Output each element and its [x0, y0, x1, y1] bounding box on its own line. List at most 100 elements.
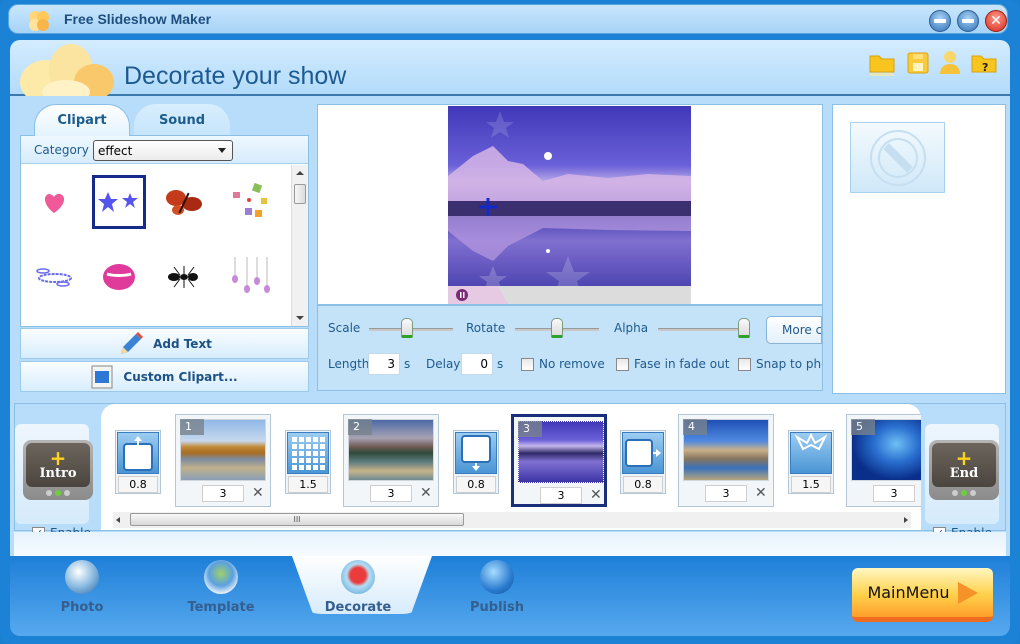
help-folder-icon[interactable]: ?	[970, 48, 998, 78]
category-value: effect	[98, 144, 133, 158]
slide-item[interactable]: 1 3 ✕	[175, 414, 271, 507]
no-remove-checkbox[interactable]	[521, 358, 534, 371]
clipart-butterfly[interactable]	[157, 175, 211, 229]
nav-template[interactable]: Template	[171, 558, 271, 616]
intro-label: Intro	[39, 465, 77, 481]
plus-icon: +	[49, 445, 67, 470]
globe-computer-icon	[480, 560, 514, 594]
play-arrow-icon	[957, 581, 978, 604]
delete-slide-icon[interactable]: ✕	[755, 485, 767, 501]
nav-publish-label: Publish	[470, 600, 524, 615]
timeline-scrollbar[interactable]: III	[113, 512, 911, 528]
main-menu-label: MainMenu	[867, 583, 950, 602]
minimize-button[interactable]	[929, 10, 951, 32]
more-button[interactable]: More c	[766, 316, 822, 344]
delay-input[interactable]: 0	[461, 353, 493, 375]
alpha-slider[interactable]	[658, 328, 744, 331]
end-button[interactable]: + End	[929, 440, 999, 500]
save-disk-icon[interactable]	[904, 48, 932, 78]
delete-slide-icon[interactable]: ✕	[590, 487, 602, 503]
slide-number: 4	[683, 419, 707, 435]
tab-clipart[interactable]: Clipart	[34, 104, 130, 136]
nav-photo[interactable]: Photo	[32, 558, 132, 616]
transition-duration[interactable]: 1.5	[791, 476, 831, 493]
tab-sound[interactable]: Sound	[134, 104, 230, 136]
clipart-petals[interactable]	[223, 175, 277, 229]
clipart-lips[interactable]	[92, 250, 146, 304]
alpha-slider-thumb[interactable]	[738, 318, 750, 338]
star-burst-icon	[794, 433, 828, 451]
svg-text:?: ?	[982, 61, 988, 74]
category-select[interactable]: effect	[93, 140, 233, 161]
slide-duration[interactable]: 3	[540, 487, 582, 504]
slide-duration[interactable]: 3	[202, 485, 244, 502]
page-title: Decorate your show	[124, 62, 347, 90]
snap-checkbox[interactable]	[738, 358, 751, 371]
delete-slide-icon[interactable]: ✕	[252, 485, 264, 501]
slide-duration[interactable]: 3	[370, 485, 412, 502]
slide-duration[interactable]: 3	[873, 485, 915, 502]
transition-duration[interactable]: 0.8	[456, 476, 496, 493]
wipe-down-icon	[461, 435, 491, 471]
scale-label: Scale	[328, 321, 361, 335]
slide-item-selected[interactable]: 3 3 ✕	[511, 414, 607, 507]
intro-button[interactable]: + Intro	[23, 440, 93, 500]
slide-item[interactable]: 2 3 ✕	[343, 414, 439, 507]
transition-duration[interactable]: 0.8	[623, 476, 663, 493]
scroll-right-icon[interactable]	[904, 517, 908, 523]
scroll-thumb[interactable]: III	[130, 513, 464, 526]
length-label: Length	[328, 357, 370, 371]
category-label: Category	[34, 143, 89, 157]
clipart-blue-stars[interactable]	[92, 175, 146, 229]
nav-decorate[interactable]: Decorate	[308, 558, 408, 616]
restore-button[interactable]	[957, 10, 979, 32]
clipart-pink-heart[interactable]	[27, 175, 81, 229]
custom-clipart-button[interactable]: Custom Clipart...	[20, 361, 309, 392]
transition-item[interactable]: 0.8	[620, 430, 666, 494]
transition-duration[interactable]: 1.5	[288, 476, 328, 493]
user-icon[interactable]	[936, 48, 964, 78]
nav-template-label: Template	[187, 600, 255, 615]
clipart-drops[interactable]	[223, 250, 277, 304]
length-input[interactable]: 3	[368, 353, 400, 375]
transition-item[interactable]: 0.8	[115, 430, 161, 494]
length-unit: s	[404, 357, 411, 371]
close-button[interactable]: ✕	[985, 10, 1007, 32]
scroll-down-icon[interactable]	[296, 316, 304, 320]
add-text-button[interactable]: Add Text	[20, 328, 309, 359]
delete-slide-icon[interactable]: ✕	[420, 485, 432, 501]
open-folder-icon[interactable]	[868, 48, 896, 78]
transition-item[interactable]: 1.5	[788, 430, 834, 494]
scale-slider-thumb[interactable]	[400, 318, 413, 338]
transition-item[interactable]: 0.8	[453, 430, 499, 494]
custom-clipart-label: Custom Clipart...	[123, 369, 238, 384]
main-menu-button[interactable]: MainMenu	[852, 568, 993, 622]
slide-number: 3	[518, 421, 542, 437]
no-image-placeholder	[850, 122, 945, 193]
nav-publish[interactable]: Publish	[447, 558, 547, 616]
clipart-rings[interactable]	[27, 250, 81, 304]
clipart-scrollbar[interactable]	[291, 165, 308, 326]
clipart-grid	[21, 165, 291, 327]
slide-item[interactable]: 4 3 ✕	[678, 414, 774, 507]
scroll-up-icon[interactable]	[296, 171, 304, 175]
clipart-ant[interactable]	[157, 250, 211, 304]
slide-number: 1	[180, 419, 204, 435]
minimize-icon	[934, 19, 946, 23]
wipe-right-icon	[625, 439, 661, 467]
clip-controls: Scale Rotate Alpha More c Length 3 s Del…	[317, 305, 823, 391]
fade-label: Fase in fade out	[634, 357, 730, 371]
fade-checkbox[interactable]	[616, 358, 629, 371]
rotate-slider-thumb[interactable]	[551, 318, 563, 338]
transition-duration[interactable]: 0.8	[118, 476, 158, 493]
slide-item[interactable]: 5 3	[846, 414, 921, 507]
transition-item[interactable]: 1.5	[285, 430, 331, 494]
slide-number: 5	[851, 419, 875, 435]
slide-duration[interactable]: 3	[705, 485, 747, 502]
timeline: +Intro ✓ Enable 0.8 1 3 ✕ 1.5	[14, 403, 1006, 540]
scroll-thumb[interactable]	[294, 184, 306, 204]
slide-preview[interactable]	[448, 106, 691, 304]
slide-strip: 0.8 1 3 ✕ 1.5 2 3 ✕ 0.8 3 3 ✕ 0.8 4 3 ✕ …	[101, 404, 921, 530]
scroll-left-icon[interactable]	[116, 517, 120, 523]
no-entry-icon	[869, 129, 926, 186]
